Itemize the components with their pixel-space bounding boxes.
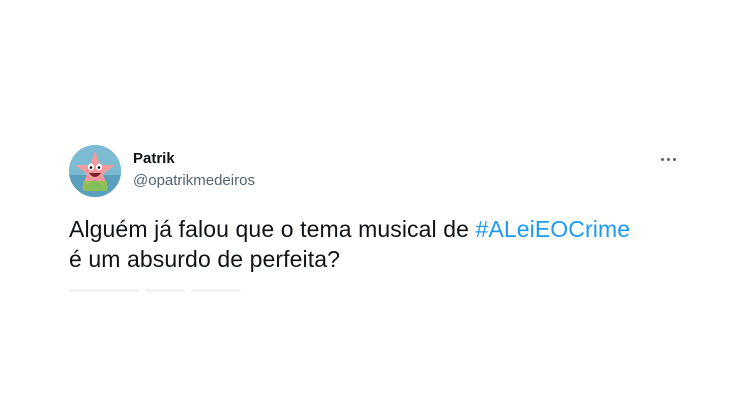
dot [660,157,664,161]
dot [672,157,676,161]
hashtag-link[interactable]: #ALeiEOCrime [476,216,631,242]
tweet-text-before: Alguém já falou que o tema musical de [69,216,476,242]
meta-bar [145,289,185,292]
tweet-text-after: é um absurdo de perfeita? [69,246,341,272]
tweet-meta-faded [69,289,275,295]
meta-bar [191,289,241,292]
tweet-card: Patrik @opatrikmedeiros Alguém já falou … [0,0,747,420]
more-options-icon[interactable] [656,150,680,168]
meta-bar [69,289,139,292]
author-handle[interactable]: @opatrikmedeiros [133,172,255,190]
author-name[interactable]: Patrik [133,150,175,168]
patrick-star-avatar-icon [69,145,121,197]
dot [666,157,670,161]
avatar[interactable] [69,145,121,197]
tweet-text: Alguém já falou que o tema musical de #A… [69,214,709,274]
